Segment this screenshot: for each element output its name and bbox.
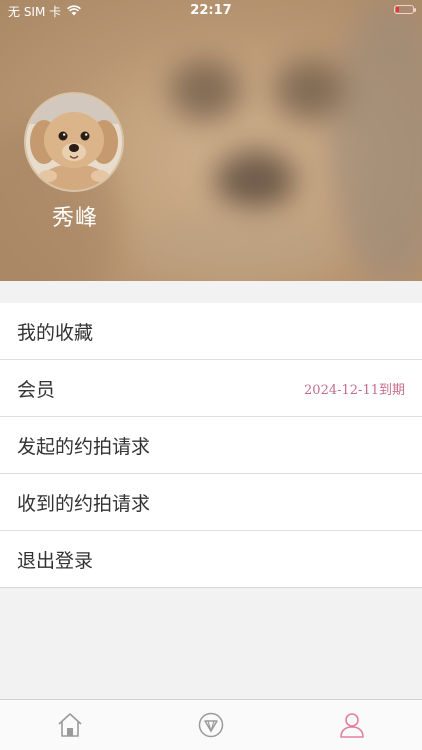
header-background-shape (170, 60, 240, 120)
menu-item-label: 收到的约拍请求 (17, 492, 151, 515)
header-background-shape (140, 215, 340, 275)
menu-item-label: 我的收藏 (17, 321, 94, 344)
status-bar: 无 SIM 卡 22:17 (0, 0, 422, 22)
tab-bar (0, 699, 422, 750)
menu-item-membership[interactable]: 会员 2024-12-11到期 (0, 360, 422, 417)
home-icon (58, 713, 82, 737)
menu-list: 我的收藏 会员 2024-12-11到期 发起的约拍请求 收到的约拍请求 退出登… (0, 303, 422, 588)
menu-item-logout[interactable]: 退出登录 (0, 531, 422, 588)
battery-icon (394, 5, 416, 14)
profile-header: 无 SIM 卡 22:17 秀峰 (0, 0, 422, 281)
menu-item-label: 退出登录 (17, 549, 94, 572)
membership-expiry-text: 2024-12-11到期 (304, 382, 405, 398)
menu-item-sent-requests[interactable]: 发起的约拍请求 (0, 417, 422, 474)
battery-level (396, 7, 399, 12)
tab-profile[interactable] (337, 710, 367, 740)
tab-membership[interactable] (196, 710, 226, 740)
header-background-shape (215, 150, 295, 210)
header-background-shape (275, 60, 345, 120)
status-time: 22:17 (190, 3, 232, 18)
menu-item-received-requests[interactable]: 收到的约拍请求 (0, 474, 422, 531)
avatar[interactable] (24, 92, 124, 192)
diamond-icon (198, 712, 224, 738)
menu-item-label: 会员 (17, 378, 56, 401)
menu-item-favorites[interactable]: 我的收藏 (0, 303, 422, 360)
dog-avatar-image (26, 94, 122, 190)
menu-item-label: 发起的约拍请求 (17, 435, 151, 458)
profile-icon (340, 713, 364, 738)
username: 秀峰 (51, 206, 98, 231)
header-background-shape (330, 0, 422, 281)
tab-home[interactable] (55, 710, 85, 740)
